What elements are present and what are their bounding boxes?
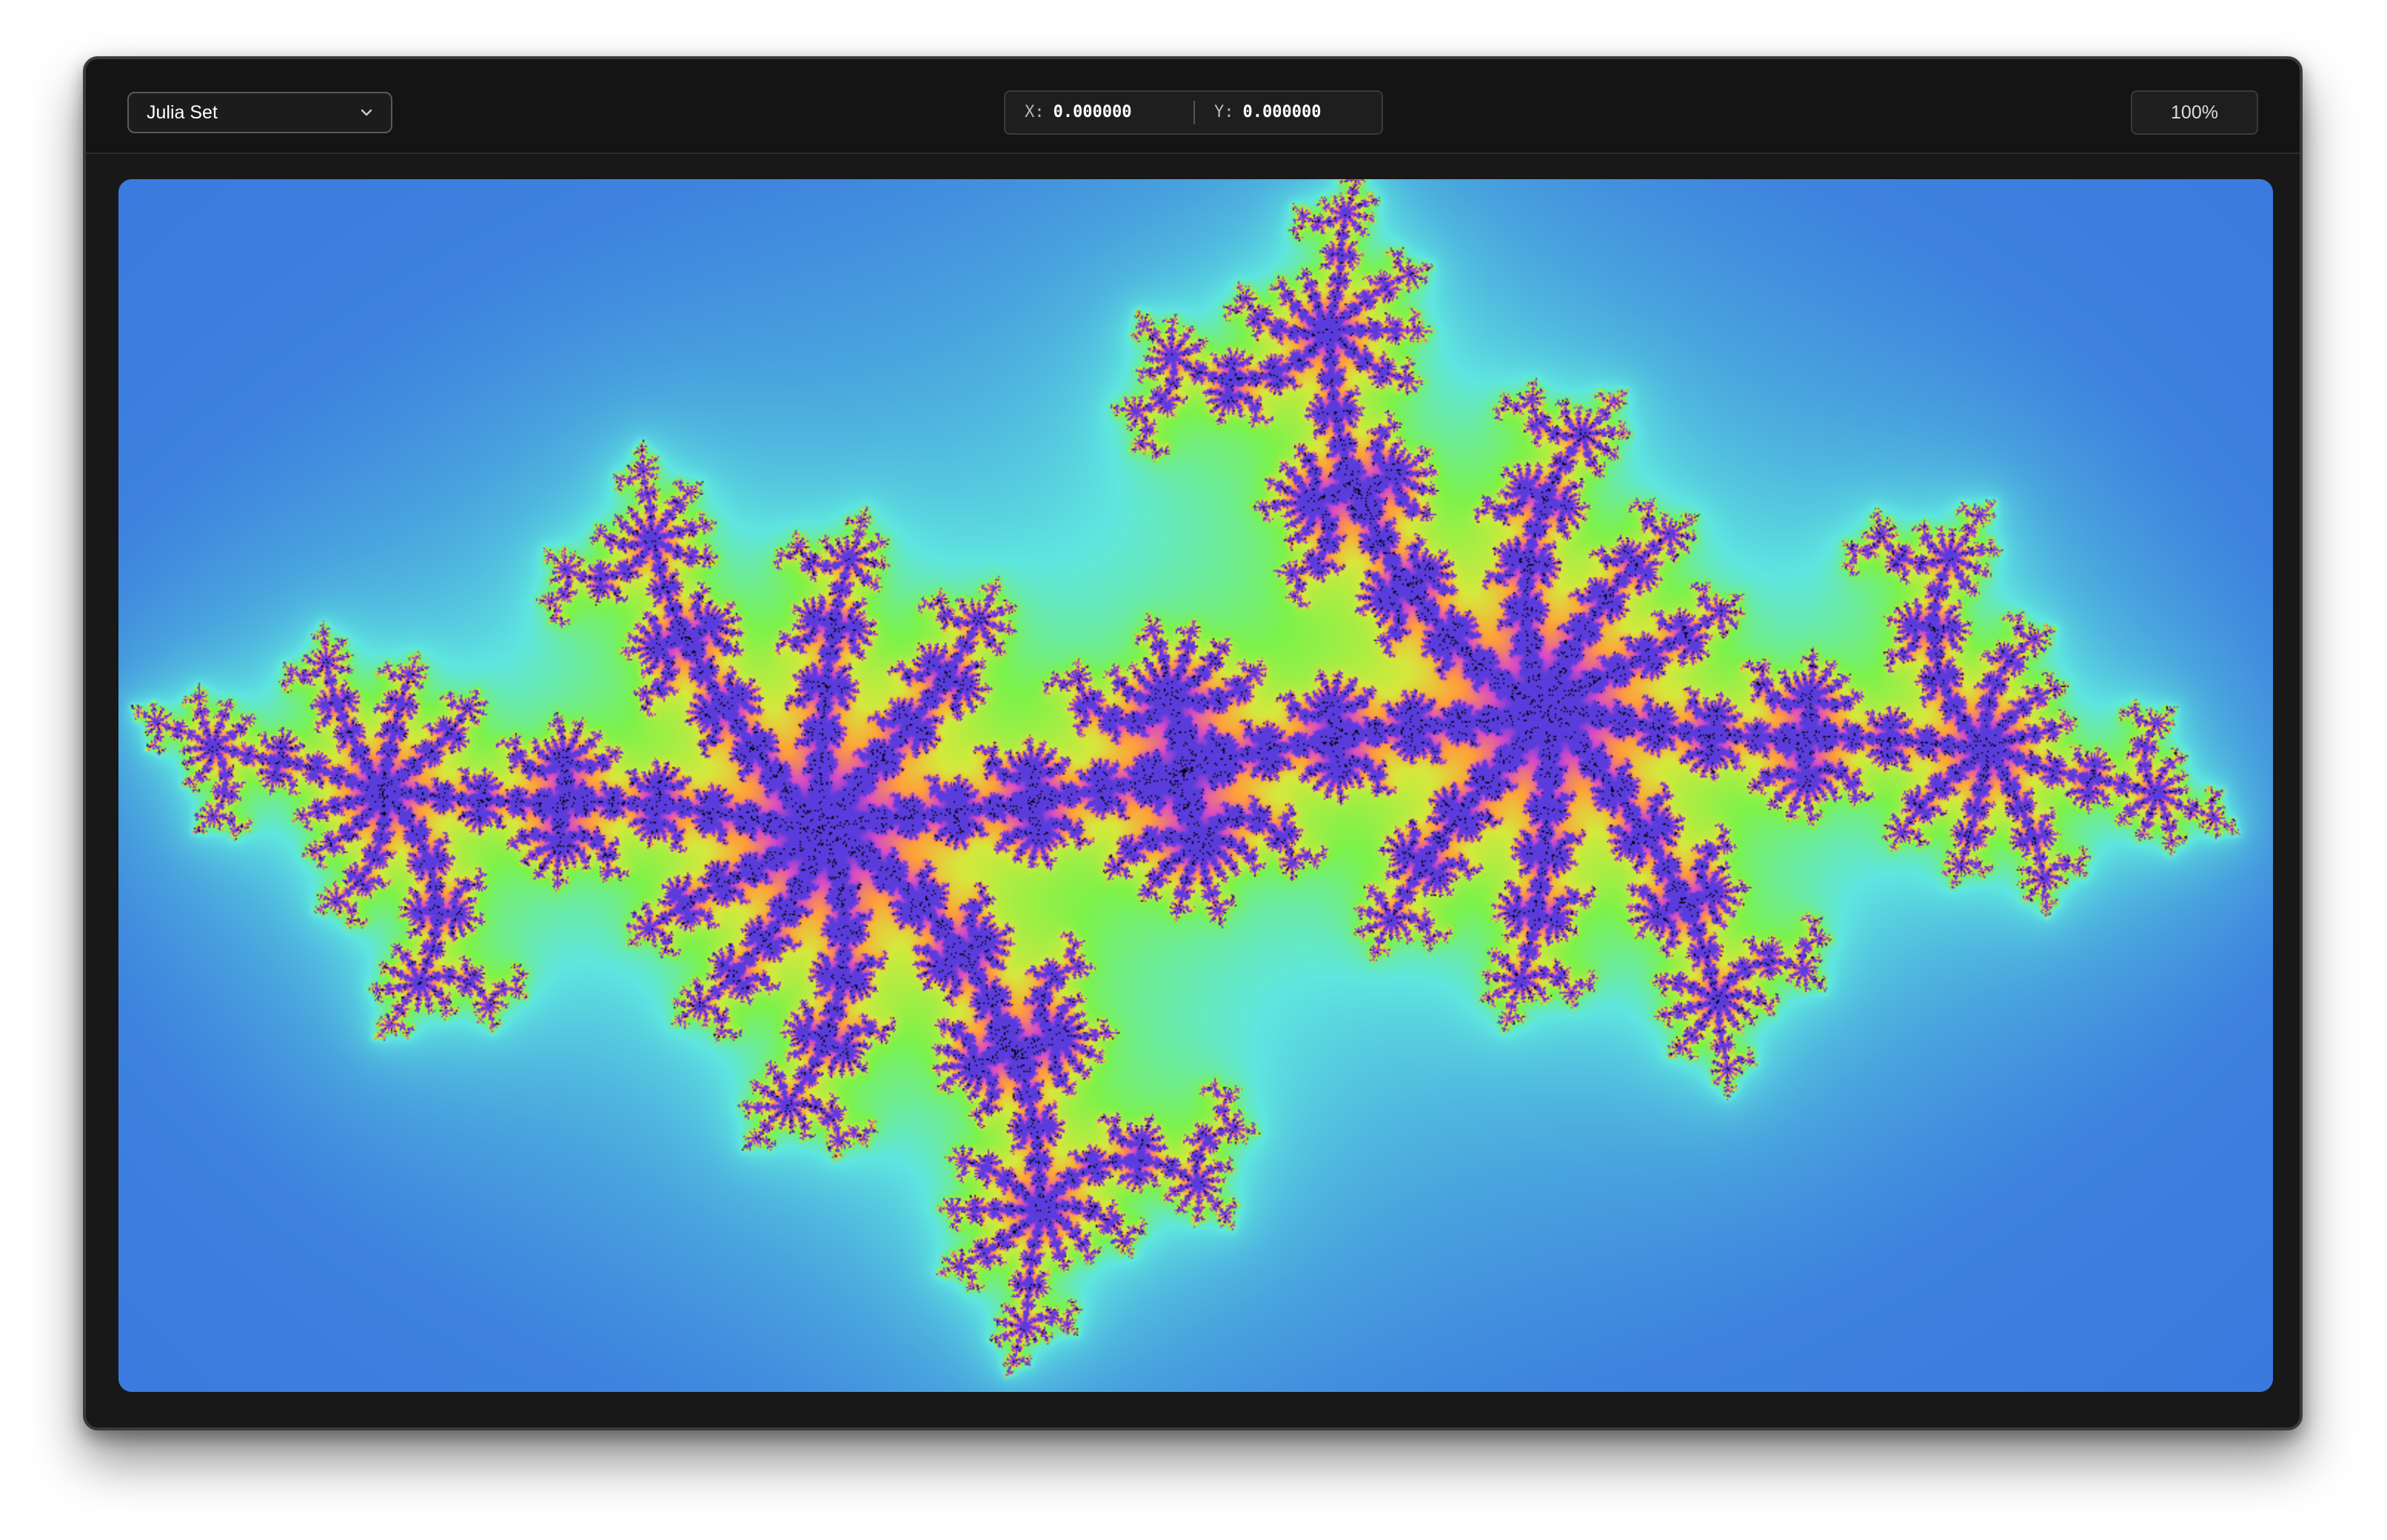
x-value: 0.000000	[1053, 103, 1132, 121]
y-label: Y:	[1214, 103, 1234, 121]
x-label: X:	[1025, 103, 1045, 121]
y-coordinate: Y: 0.000000	[1214, 92, 1321, 133]
julia-set-canvas[interactable]	[118, 179, 2273, 1392]
coordinate-readout: X: 0.000000 Y: 0.000000	[1004, 90, 1383, 135]
x-coordinate: X: 0.000000	[1025, 92, 1131, 133]
fractal-type-value: Julia Set	[147, 102, 218, 123]
toolbar: Julia Set X: 0.000000 Y: 0.000000 100%	[86, 59, 2300, 154]
fractal-canvas-area[interactable]	[118, 179, 2273, 1392]
coordinate-divider	[1194, 101, 1195, 124]
fractal-type-select[interactable]: Julia Set	[127, 92, 392, 133]
chevron-down-icon	[361, 109, 372, 116]
fractal-viewer-window: Julia Set X: 0.000000 Y: 0.000000 100%	[83, 56, 2303, 1430]
zoom-level-indicator: 100%	[2131, 90, 2258, 135]
y-value: 0.000000	[1242, 103, 1322, 121]
